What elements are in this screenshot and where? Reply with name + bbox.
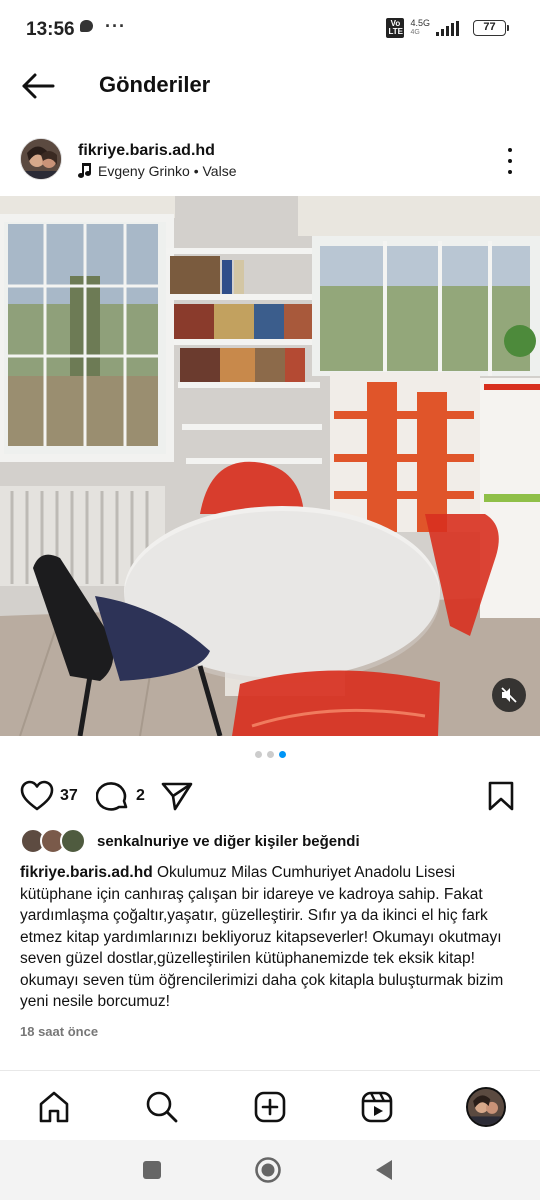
status-right: Vo LTE 4.5G 4G 77 <box>386 18 509 38</box>
more-vertical-icon <box>508 148 512 152</box>
network-sub-label: 4G <box>410 29 420 36</box>
system-navigation-bar <box>0 1140 540 1200</box>
post-more-button[interactable] <box>502 148 518 174</box>
liked-by-username[interactable]: senkalnuriye <box>97 833 189 850</box>
more-notifications-icon: ··· <box>105 16 126 36</box>
page-header: Gönderiler <box>0 60 540 112</box>
liked-by-suffix: ve diğer kişiler beğendi <box>192 832 360 850</box>
recents-button[interactable] <box>138 1156 166 1184</box>
post-timestamp: 18 saat önce <box>20 1024 99 1039</box>
caption-text: Okulumuz Milas Cumhuriyet Anadolu Lisesi… <box>20 864 504 1010</box>
nav-search[interactable] <box>142 1087 182 1127</box>
back-system-button[interactable] <box>370 1156 398 1184</box>
liked-by-text: senkalnuriye ve diğer kişiler beğendi <box>97 833 360 850</box>
network-type: 4.5G 4G <box>410 19 430 37</box>
carousel-dot <box>254 751 262 758</box>
like-button[interactable]: 37 <box>20 780 78 812</box>
library-room-image <box>0 196 540 736</box>
reels-icon <box>361 1091 393 1123</box>
nav-profile[interactable] <box>466 1087 506 1127</box>
home-system-button[interactable] <box>254 1156 282 1184</box>
status-bar: 13:56 ··· Vo LTE 4.5G 4G 77 <box>0 0 540 60</box>
comment-icon <box>96 782 128 811</box>
post-photo[interactable] <box>0 196 540 736</box>
page-title: Gönderiler <box>99 72 211 97</box>
mute-toggle-button[interactable] <box>492 678 526 712</box>
carousel-indicator <box>0 751 540 758</box>
liker-avatar <box>60 828 86 854</box>
speaker-muted-icon <box>501 687 517 703</box>
divider <box>0 1070 540 1071</box>
comments-count: 2 <box>136 787 145 804</box>
volte-icon: Vo LTE <box>386 18 405 38</box>
signal-icon <box>436 20 459 36</box>
music-label: Evgeny Grinko • Valse <box>98 163 237 179</box>
battery-icon: 77 <box>473 20 509 36</box>
recents-square-icon <box>143 1161 161 1179</box>
status-left-icons: ··· <box>80 16 126 36</box>
network-type-label: 4.5G <box>410 18 430 28</box>
profile-avatar <box>466 1087 506 1127</box>
nav-home[interactable] <box>34 1087 74 1127</box>
back-triangle-icon <box>376 1160 392 1180</box>
back-button[interactable] <box>20 71 60 101</box>
liker-avatars <box>20 828 90 854</box>
arrow-left-icon <box>22 73 55 99</box>
post-caption: fikriye.baris.ad.hd Okulumuz Milas Cumhu… <box>20 862 525 1013</box>
heart-icon <box>20 780 54 811</box>
caption-username[interactable]: fikriye.baris.ad.hd <box>20 864 153 881</box>
likes-count: 37 <box>60 787 78 804</box>
chat-notification-icon <box>80 20 93 32</box>
bookmark-icon <box>488 781 514 811</box>
send-icon <box>161 782 193 811</box>
comment-button[interactable]: 2 <box>96 780 145 812</box>
bottom-navigation <box>0 1078 540 1134</box>
home-icon <box>39 1091 69 1123</box>
nav-create[interactable] <box>250 1087 290 1127</box>
create-post-icon <box>254 1091 286 1123</box>
music-note-icon <box>78 163 91 178</box>
avatar-photo <box>21 139 61 179</box>
status-time: 13:56 <box>26 19 75 40</box>
post-header: fikriye.baris.ad.hd Evgeny Grinko • Vals… <box>0 130 540 190</box>
post-actions: 37 2 <box>0 776 540 816</box>
search-icon <box>146 1091 178 1123</box>
save-button[interactable] <box>486 780 516 812</box>
carousel-dot <box>266 751 274 758</box>
nav-reels[interactable] <box>357 1087 397 1127</box>
home-circle-icon <box>255 1157 281 1183</box>
author-avatar[interactable] <box>20 138 62 180</box>
author-username[interactable]: fikriye.baris.ad.hd <box>78 142 215 160</box>
share-button[interactable] <box>160 780 194 812</box>
carousel-dot-active <box>278 751 286 758</box>
liked-by-row[interactable]: senkalnuriye ve diğer kişiler beğendi <box>20 826 360 856</box>
music-info[interactable]: Evgeny Grinko • Valse <box>78 163 236 179</box>
